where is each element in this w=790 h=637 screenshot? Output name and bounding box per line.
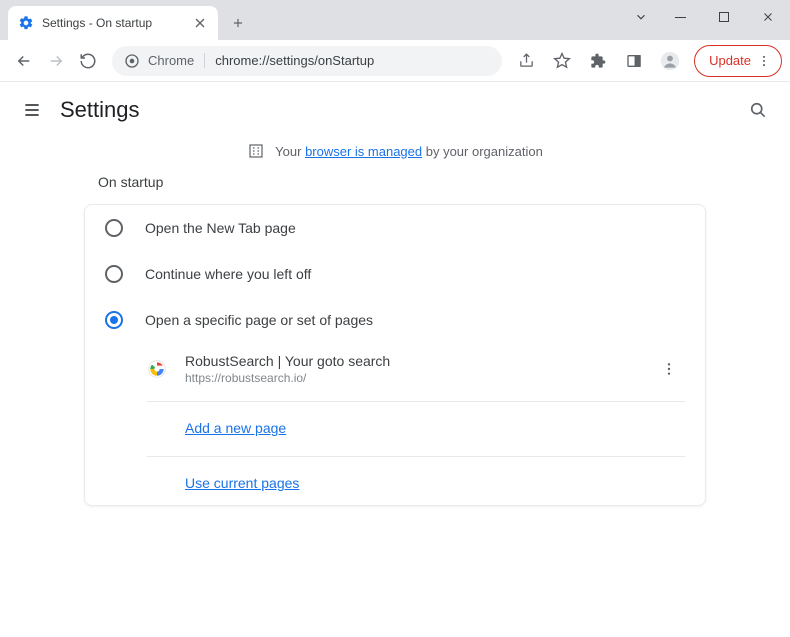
avatar-icon bbox=[660, 51, 680, 71]
use-current-row: Use current pages bbox=[85, 463, 705, 505]
new-tab-button[interactable] bbox=[224, 9, 252, 37]
browser-tab[interactable]: Settings - On startup bbox=[8, 6, 218, 40]
reload-button[interactable] bbox=[72, 45, 104, 77]
toolbar-right: Update bbox=[510, 45, 782, 77]
settings-header: Settings bbox=[0, 82, 790, 138]
close-window-button[interactable] bbox=[746, 0, 790, 34]
address-bar[interactable]: Chrome chrome://settings/onStartup bbox=[112, 46, 502, 76]
notice-prefix: Your bbox=[275, 144, 305, 159]
update-button[interactable]: Update bbox=[694, 45, 782, 77]
puzzle-icon bbox=[590, 53, 606, 69]
plus-icon bbox=[231, 16, 245, 30]
use-current-link[interactable]: Use current pages bbox=[185, 475, 299, 491]
radio-label: Continue where you left off bbox=[145, 266, 311, 282]
startup-page-row: RobustSearch | Your goto search https://… bbox=[85, 343, 705, 395]
window-controls bbox=[624, 0, 790, 34]
divider bbox=[147, 401, 685, 402]
managed-notice: Your browser is managed by your organiza… bbox=[0, 142, 790, 160]
update-label: Update bbox=[709, 53, 751, 68]
back-button[interactable] bbox=[8, 45, 40, 77]
profile-button[interactable] bbox=[654, 45, 686, 77]
managed-link[interactable]: browser is managed bbox=[305, 144, 422, 159]
gear-icon bbox=[18, 15, 34, 31]
arrow-right-icon bbox=[47, 52, 65, 70]
reload-icon bbox=[79, 52, 97, 70]
tab-search-button[interactable] bbox=[624, 0, 658, 34]
chrome-icon bbox=[124, 53, 140, 69]
minimize-icon bbox=[675, 12, 686, 23]
star-icon bbox=[553, 52, 571, 70]
page-more-button[interactable] bbox=[653, 353, 685, 385]
maximize-button[interactable] bbox=[702, 0, 746, 34]
hamburger-icon bbox=[22, 100, 42, 120]
add-page-row: Add a new page bbox=[85, 408, 705, 450]
startup-card: Open the New Tab page Continue where you… bbox=[84, 204, 706, 506]
close-icon[interactable] bbox=[192, 15, 208, 31]
divider bbox=[147, 456, 685, 457]
radio-icon bbox=[105, 219, 123, 237]
menu-button[interactable] bbox=[18, 96, 46, 124]
page-title: Settings bbox=[60, 97, 140, 123]
forward-button[interactable] bbox=[40, 45, 72, 77]
page-info: RobustSearch | Your goto search https://… bbox=[185, 353, 653, 385]
radio-label: Open the New Tab page bbox=[145, 220, 296, 236]
panel-icon bbox=[626, 53, 642, 69]
search-icon bbox=[748, 100, 768, 120]
window-titlebar: Settings - On startup bbox=[0, 0, 790, 40]
address-url: chrome://settings/onStartup bbox=[215, 53, 374, 68]
tab-title: Settings - On startup bbox=[42, 16, 192, 30]
share-icon bbox=[518, 52, 535, 69]
close-icon bbox=[762, 11, 774, 23]
share-button[interactable] bbox=[510, 45, 542, 77]
side-panel-button[interactable] bbox=[618, 45, 650, 77]
google-favicon-icon bbox=[147, 359, 167, 379]
notice-suffix: by your organization bbox=[422, 144, 543, 159]
radio-label: Open a specific page or set of pages bbox=[145, 312, 373, 328]
add-page-link[interactable]: Add a new page bbox=[185, 420, 286, 436]
arrow-left-icon bbox=[15, 52, 33, 70]
settings-content: On startup Open the New Tab page Continu… bbox=[0, 174, 790, 506]
radio-icon bbox=[105, 311, 123, 329]
browser-toolbar: Chrome chrome://settings/onStartup Updat… bbox=[0, 40, 790, 82]
radio-new-tab[interactable]: Open the New Tab page bbox=[85, 205, 705, 251]
chevron-down-icon bbox=[634, 10, 648, 24]
search-settings-button[interactable] bbox=[744, 96, 772, 124]
radio-specific-pages[interactable]: Open a specific page or set of pages bbox=[85, 297, 705, 343]
extensions-button[interactable] bbox=[582, 45, 614, 77]
maximize-icon bbox=[719, 12, 730, 23]
more-vert-icon bbox=[661, 361, 677, 377]
section-title: On startup bbox=[98, 174, 706, 190]
building-icon bbox=[247, 142, 265, 160]
radio-icon bbox=[105, 265, 123, 283]
address-chip: Chrome bbox=[148, 53, 205, 68]
startup-page-url: https://robustsearch.io/ bbox=[185, 371, 653, 385]
startup-page-name: RobustSearch | Your goto search bbox=[185, 353, 653, 369]
more-vert-icon bbox=[757, 54, 771, 68]
bookmark-button[interactable] bbox=[546, 45, 578, 77]
minimize-button[interactable] bbox=[658, 0, 702, 34]
radio-continue[interactable]: Continue where you left off bbox=[85, 251, 705, 297]
